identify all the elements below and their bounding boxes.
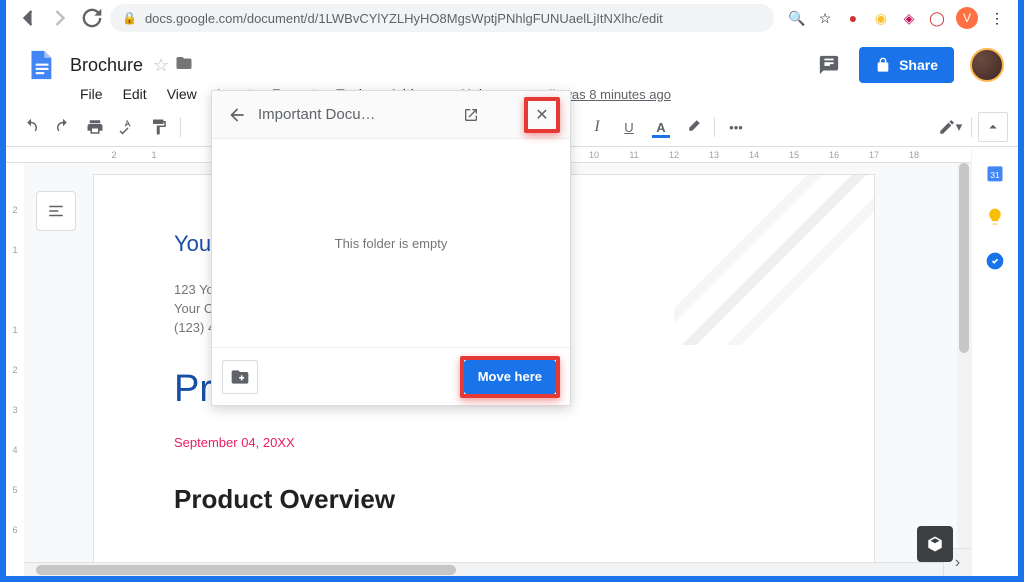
lock-icon: 🔒 (122, 11, 137, 25)
folder-empty-label: This folder is empty (335, 236, 448, 251)
underline-button[interactable]: U (614, 112, 644, 142)
extension-icon-3[interactable]: ◈ (900, 9, 918, 27)
account-avatar[interactable] (970, 48, 1004, 82)
editing-mode-button[interactable]: ▾ (935, 112, 965, 142)
toolbar-separator (714, 117, 715, 137)
browser-action-icons: 🔍 ☆ ● ◉ ◈ ◯ V ⋮ (778, 7, 1010, 29)
move-popover-body: This folder is empty (212, 139, 570, 347)
paint-format-button[interactable] (144, 112, 174, 142)
extension-icon-4[interactable]: ◯ (928, 9, 946, 27)
browser-url-text: docs.google.com/document/d/1LWBvCYlYZLHy… (145, 11, 663, 26)
document-outline-button[interactable] (36, 191, 76, 231)
highlighted-move-annotation: Move here (460, 356, 560, 398)
move-close-button[interactable]: ✕ (528, 101, 556, 129)
docs-title-bar: Brochure ☆ Share (6, 36, 1018, 80)
vertical-scrollbar[interactable] (957, 163, 971, 548)
browser-reload-button[interactable] (78, 4, 106, 32)
menu-view[interactable]: View (159, 84, 205, 104)
section-heading: Product Overview (174, 484, 794, 515)
move-here-button[interactable]: Move here (464, 360, 556, 394)
move-popover-footer: Move here (212, 347, 570, 405)
move-popover-header: Important Docu… ✕ (212, 91, 570, 139)
star-icon[interactable]: ☆ (153, 55, 169, 76)
bookmark-star-icon[interactable]: ☆ (816, 9, 834, 27)
move-to-folder-icon[interactable] (175, 54, 193, 77)
toolbar-separator (971, 117, 972, 137)
explore-button[interactable] (917, 526, 953, 562)
redo-button[interactable] (48, 112, 78, 142)
highlighted-close-annotation: ✕ (524, 97, 560, 133)
tasks-icon[interactable] (985, 251, 1005, 271)
undo-button[interactable] (16, 112, 46, 142)
move-popover-folder-name: Important Docu… (258, 106, 452, 123)
share-button[interactable]: Share (859, 47, 954, 83)
browser-forward-button[interactable] (46, 4, 74, 32)
browser-menu-icon[interactable]: ⋮ (988, 9, 1006, 27)
browser-address-bar[interactable]: 🔒 docs.google.com/document/d/1LWBvCYlYZL… (110, 4, 774, 32)
more-toolbar-button[interactable]: ••• (721, 112, 751, 142)
browser-omnibar: 🔒 docs.google.com/document/d/1LWBvCYlYZL… (6, 0, 1018, 36)
document-date: September 04, 20XX (174, 435, 794, 450)
side-panel: 31 (971, 147, 1018, 576)
highlight-color-button[interactable] (678, 112, 708, 142)
calendar-icon[interactable]: 31 (985, 163, 1005, 183)
spellcheck-button[interactable] (112, 112, 142, 142)
zoom-icon[interactable]: 🔍 (788, 9, 806, 27)
extension-icon-2[interactable]: ◉ (872, 9, 890, 27)
browser-profile-avatar[interactable]: V (956, 7, 978, 29)
italic-button[interactable]: I (582, 112, 612, 142)
keep-icon[interactable] (985, 207, 1005, 227)
move-back-button[interactable] (222, 100, 252, 130)
share-button-label: Share (899, 57, 938, 73)
svg-text:31: 31 (990, 170, 1000, 180)
new-folder-button[interactable] (222, 360, 258, 394)
google-docs-logo-icon[interactable] (20, 45, 60, 85)
move-to-popover: Important Docu… ✕ This folder is empty M… (211, 90, 571, 406)
collapse-toolbar-button[interactable] (978, 112, 1008, 142)
menu-file[interactable]: File (72, 84, 111, 104)
vertical-ruler[interactable]: 21 1 23 45 6 (6, 163, 24, 576)
menu-edit[interactable]: Edit (115, 84, 155, 104)
browser-back-button[interactable] (14, 4, 42, 32)
text-color-button[interactable]: A (646, 112, 676, 142)
horizontal-scrollbar[interactable] (24, 562, 943, 576)
print-button[interactable] (80, 112, 110, 142)
extension-icon-1[interactable]: ● (844, 9, 862, 27)
decorative-corner (674, 175, 874, 345)
open-folder-new-tab-icon[interactable] (458, 102, 484, 128)
document-title[interactable]: Brochure (70, 55, 143, 76)
toolbar-separator (180, 117, 181, 137)
open-comments-button[interactable] (811, 47, 847, 83)
